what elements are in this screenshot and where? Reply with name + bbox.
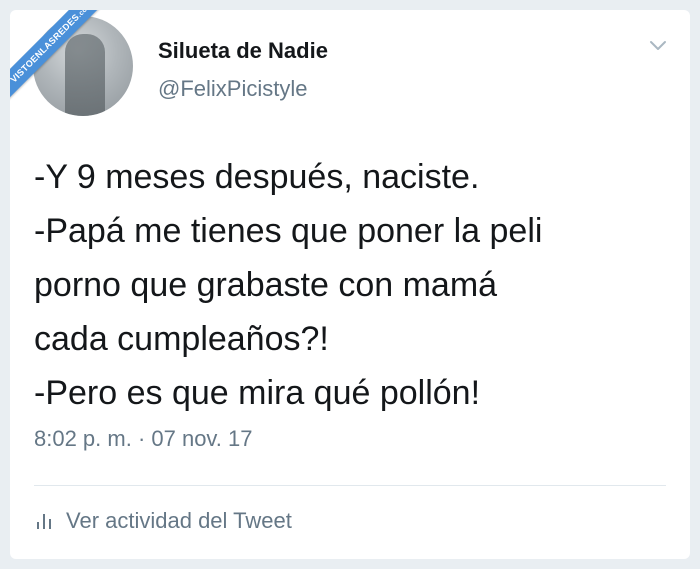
tweet-line: -Papá me tienes que poner la peli bbox=[34, 212, 543, 250]
tweet-text: -Y 9 meses después, naciste. -Papá me ti… bbox=[34, 150, 674, 420]
watermark-ribbon: VISTOENLASREDES.com bbox=[10, 10, 120, 120]
chevron-down-icon[interactable] bbox=[648, 36, 668, 56]
divider bbox=[34, 485, 666, 486]
bar-chart-icon bbox=[37, 514, 51, 529]
tweet-line: porno que grabaste con mamá bbox=[34, 266, 498, 304]
author-name[interactable]: Silueta de Nadie bbox=[158, 38, 328, 64]
watermark-text: VISTOENLASREDES.com bbox=[10, 10, 112, 103]
view-activity-button[interactable]: Ver actividad del Tweet bbox=[34, 508, 292, 534]
tweet-line: -Pero es que mira qué pollón! bbox=[34, 374, 481, 412]
view-activity-label: Ver actividad del Tweet bbox=[66, 508, 292, 533]
tweet-line: cada cumpleaños?! bbox=[34, 320, 329, 358]
tweet-card: VISTOENLASREDES.com Silueta de Nadie @Fe… bbox=[10, 10, 690, 559]
tweet-timestamp[interactable]: 8:02 p. m. · 07 nov. 17 bbox=[34, 426, 253, 452]
author-handle[interactable]: @FelixPicistyle bbox=[158, 76, 307, 102]
tweet-line: -Y 9 meses después, naciste. bbox=[34, 158, 480, 196]
